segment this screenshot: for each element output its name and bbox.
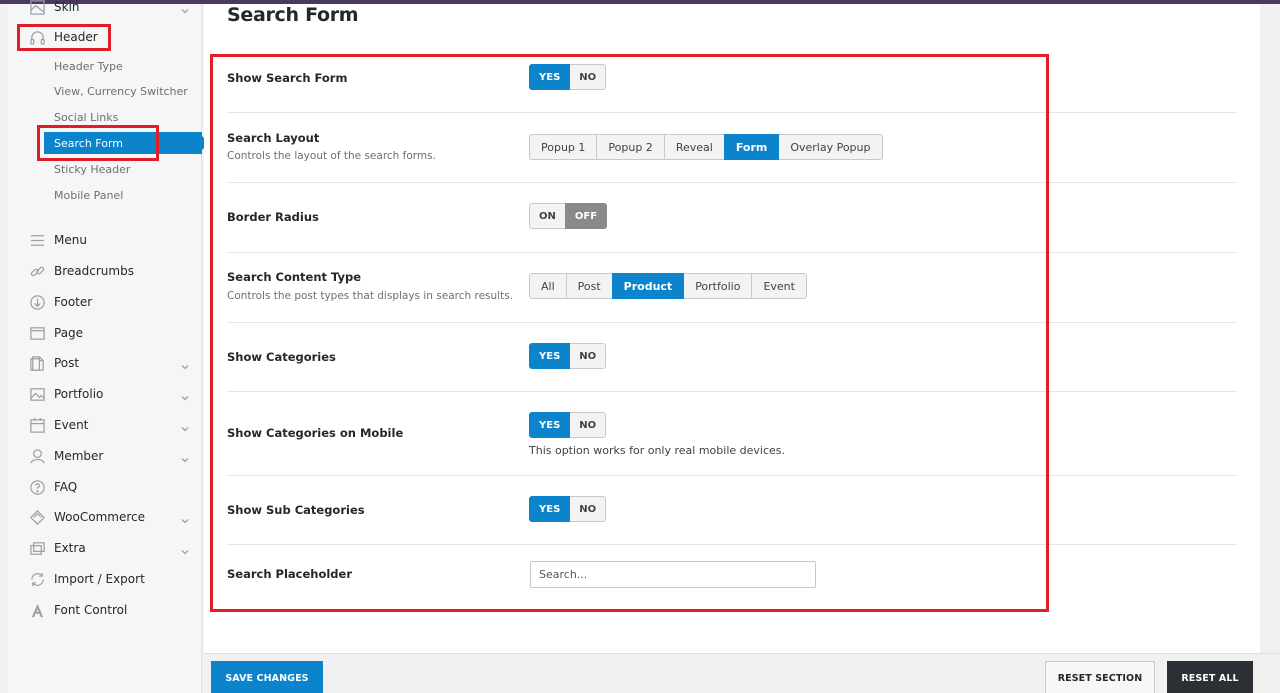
font-icon: [28, 601, 46, 619]
question-icon: [28, 478, 46, 496]
sidebar-item-import-export[interactable]: Import / Export: [8, 566, 202, 592]
off-button[interactable]: OFF: [564, 203, 608, 229]
sidebar-subitem-social-links[interactable]: Social Links: [54, 111, 118, 124]
option-form[interactable]: Form: [723, 134, 780, 160]
sidebar-item-footer[interactable]: Footer: [8, 289, 202, 315]
sidebar-item-skin[interactable]: Skin: [8, 0, 202, 20]
link-icon: [28, 262, 46, 280]
user-icon: [28, 447, 46, 465]
sidebar: Skin Header Header Type View, Currency S…: [8, 0, 202, 693]
sidebar-item-font-control[interactable]: Font Control: [8, 597, 202, 623]
skin-icon: [28, 0, 46, 16]
sidebar-item-label: Portfolio: [54, 387, 104, 401]
save-changes-button[interactable]: SAVE CHANGES: [211, 661, 323, 693]
reset-section-button[interactable]: RESET SECTION: [1045, 661, 1155, 693]
sidebar-item-event[interactable]: Event: [8, 412, 202, 438]
chevron-down-icon[interactable]: [180, 511, 192, 524]
sidebar-item-label: Breadcrumbs: [54, 264, 134, 278]
sidebar-item-menu[interactable]: Menu: [8, 227, 202, 253]
refresh-icon: [28, 570, 46, 588]
layers-icon: [28, 539, 46, 557]
sidebar-item-woocommerce[interactable]: WooCommerce: [8, 504, 202, 530]
sidebar-item-extra[interactable]: Extra: [8, 535, 202, 561]
sidebar-item-breadcrumbs[interactable]: Breadcrumbs: [8, 258, 202, 284]
sidebar-item-post[interactable]: Post: [8, 350, 202, 376]
sidebar-item-label: Extra: [54, 541, 86, 555]
chevron-down-icon[interactable]: [180, 357, 192, 370]
arrow-down-circle-icon: [28, 293, 46, 311]
chevron-down-icon[interactable]: [180, 388, 192, 401]
chevron-down-icon[interactable]: [180, 450, 192, 463]
yes-button[interactable]: YES: [529, 496, 571, 522]
option-product[interactable]: Product: [611, 273, 685, 299]
post-icon: [28, 354, 46, 372]
highlight-header: [17, 24, 111, 51]
sidebar-subitem-view-currency[interactable]: View, Currency Switcher: [54, 85, 188, 98]
image-icon: [28, 385, 46, 403]
sidebar-item-portfolio[interactable]: Portfolio: [8, 381, 202, 407]
sidebar-item-label: Font Control: [54, 603, 128, 617]
sidebar-item-label: Event: [54, 418, 89, 432]
sidebar-subitem-header-type[interactable]: Header Type: [54, 60, 123, 73]
sidebar-item-page[interactable]: Page: [8, 320, 202, 346]
sidebar-item-faq[interactable]: FAQ: [8, 474, 202, 500]
sidebar-item-label: Import / Export: [54, 572, 145, 586]
yes-button[interactable]: YES: [529, 343, 571, 369]
sidebar-item-label: Post: [54, 356, 80, 370]
sidebar-item-label: Menu: [54, 233, 87, 247]
highlight-settings: [210, 54, 1049, 612]
chevron-down-icon[interactable]: [180, 419, 192, 432]
footer-bar: SAVE CHANGES RESET SECTION RESET ALL: [204, 653, 1280, 693]
page-icon: [28, 324, 46, 342]
sidebar-item-label: Footer: [54, 295, 93, 309]
sidebar-item-label: FAQ: [54, 480, 78, 494]
calendar-icon: [28, 416, 46, 434]
highlight-search-form: [37, 125, 159, 161]
page-title: Search Form: [227, 4, 359, 26]
sidebar-item-label: WooCommerce: [54, 510, 145, 524]
yes-button[interactable]: YES: [529, 64, 571, 90]
chevron-down-icon[interactable]: [180, 542, 192, 555]
menu-icon: [28, 231, 46, 249]
sidebar-item-member[interactable]: Member: [8, 443, 202, 469]
sidebar-item-label: Page: [54, 326, 84, 340]
sidebar-item-label: Member: [54, 449, 104, 463]
reset-all-button[interactable]: RESET ALL: [1167, 661, 1253, 693]
woo-icon: [28, 508, 46, 526]
yes-button[interactable]: YES: [529, 412, 571, 438]
sidebar-item-label: Skin: [54, 0, 80, 14]
sidebar-subitem-sticky-header[interactable]: Sticky Header: [54, 163, 130, 176]
chevron-down-icon[interactable]: [180, 1, 192, 14]
sidebar-subitem-mobile-panel[interactable]: Mobile Panel: [54, 189, 123, 202]
